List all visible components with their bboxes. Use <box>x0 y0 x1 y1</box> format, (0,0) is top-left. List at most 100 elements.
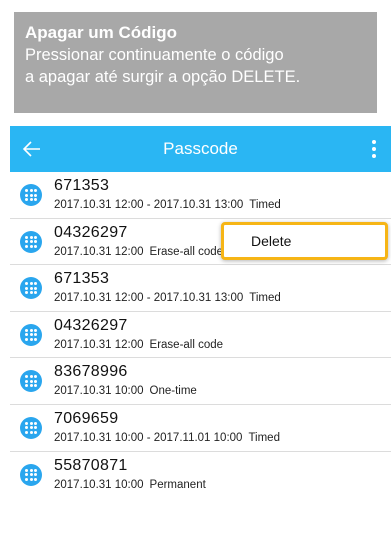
keypad-dot <box>25 333 28 337</box>
keypad-dot <box>34 375 37 379</box>
context-menu: Delete <box>221 222 388 260</box>
passcode-details: 2017.10.31 10:00 One-time <box>54 385 197 397</box>
keypad-dot <box>25 421 28 425</box>
keypad-icon <box>20 230 42 253</box>
keypad-dot <box>34 468 37 472</box>
keypad-icon <box>20 184 42 206</box>
keypad-dot <box>29 473 33 477</box>
keypad-dot <box>34 379 37 383</box>
delete-menu-item[interactable]: Delete <box>224 225 385 257</box>
keypad-dot <box>25 244 28 248</box>
keypad-dot <box>29 333 33 337</box>
passcode-value: 83678996 <box>54 363 128 381</box>
keypad-dot <box>34 286 37 290</box>
passcode-value: 671353 <box>54 177 110 194</box>
keypad-dot <box>34 193 37 197</box>
keypad-dot <box>34 189 37 192</box>
passcode-type: Erase-all code <box>149 245 224 258</box>
keypad-dot <box>25 426 28 430</box>
passcode-details: 2017.10.31 12:00 - 2017.10.31 13:00 Timed <box>54 292 281 304</box>
passcode-period: 2017.10.31 10:00 <box>54 385 144 398</box>
keypad-dot <box>29 282 33 286</box>
page-title: Passcode <box>163 139 238 158</box>
passcode-details: 2017.10.31 12:00 Erase-all code <box>54 339 223 351</box>
keypad-dot <box>29 291 33 295</box>
keypad-dot <box>29 430 33 434</box>
passcode-type: One-time <box>149 385 197 398</box>
passcode-period: 2017.10.31 10:00 <box>54 478 144 491</box>
passcode-type: Timed <box>249 199 281 211</box>
keypad-dot <box>25 198 28 201</box>
passcode-type: Permanent <box>149 478 206 491</box>
keypad-dot <box>25 286 28 290</box>
phone-screen: Passcode 671353 2017.10.31 12:00 - 2017.… <box>10 126 391 545</box>
keypad-dot <box>25 473 28 477</box>
keypad-dot <box>25 291 28 295</box>
keypad-dot <box>25 430 28 434</box>
keypad-icon <box>20 277 42 300</box>
keypad-dot <box>34 426 37 430</box>
keypad-dot <box>25 468 28 472</box>
passcode-type: Timed <box>249 292 281 305</box>
keypad-dot <box>25 337 28 341</box>
keypad-dot <box>29 240 33 244</box>
keypad-dot <box>25 379 28 383</box>
keypad-dot <box>34 421 37 425</box>
keypad-dot <box>25 328 28 332</box>
keypad-dot <box>34 384 37 388</box>
list-item[interactable]: 83678996 2017.10.31 10:00 One-time <box>10 358 391 405</box>
caption-title: Apagar um Código <box>25 23 178 42</box>
keypad-icon <box>20 416 42 439</box>
keypad-dot <box>25 235 28 239</box>
keypad-dot <box>34 240 37 244</box>
keypad-dot <box>34 328 37 332</box>
keypad-dot <box>29 477 33 481</box>
keypad-icon <box>20 463 42 486</box>
list-item[interactable]: 55870871 2017.10.31 10:00 Permanent <box>10 452 391 499</box>
list-item[interactable]: 671353 2017.10.31 12:00 - 2017.10.31 13:… <box>10 172 391 219</box>
keypad-dot <box>34 430 37 434</box>
keypad-dot <box>29 198 33 201</box>
keypad-dot <box>29 235 33 239</box>
keypad-dot <box>29 426 33 430</box>
passcode-value: 04326297 <box>54 223 128 241</box>
passcode-period: 2017.10.31 12:00 - 2017.10.31 13:00 <box>54 199 244 211</box>
list-item[interactable]: 04326297 2017.10.31 12:00 Erase-all code <box>10 312 391 359</box>
list-item[interactable]: 7069659 2017.10.31 10:00 - 2017.11.01 10… <box>10 405 391 452</box>
passcode-type: Timed <box>248 431 280 444</box>
keypad-dot <box>29 328 33 332</box>
keypad-dot <box>25 477 28 481</box>
keypad-dot <box>34 235 37 239</box>
keypad-dot <box>29 468 33 472</box>
list-item[interactable]: 671353 2017.10.31 12:00 - 2017.10.31 13:… <box>10 265 391 312</box>
app-bar: Passcode <box>10 126 391 172</box>
keypad-dot <box>29 421 33 425</box>
keypad-dot <box>34 198 37 201</box>
keypad-dot <box>34 477 37 481</box>
keypad-dot <box>25 193 28 197</box>
keypad-dot <box>29 286 33 290</box>
caption-line-1: Pressionar continuamente o código <box>25 46 284 64</box>
passcode-details: 2017.10.31 10:00 - 2017.11.01 10:00 Timed <box>54 432 280 444</box>
keypad-dot <box>34 244 37 248</box>
passcode-value: 55870871 <box>54 456 128 474</box>
keypad-dot <box>29 375 33 379</box>
keypad-dot <box>25 282 28 286</box>
keypad-dot <box>34 291 37 295</box>
passcode-value: 7069659 <box>54 409 119 427</box>
passcode-period: 2017.10.31 12:00 <box>54 338 144 351</box>
keypad-dot <box>34 333 37 337</box>
passcode-value: 671353 <box>54 270 110 288</box>
keypad-icon <box>20 370 42 393</box>
keypad-dot <box>29 193 33 197</box>
keypad-dot <box>34 282 37 286</box>
keypad-dot <box>29 384 33 388</box>
keypad-dot <box>29 189 33 192</box>
instruction-caption: Apagar um Código Pressionar continuament… <box>14 12 377 113</box>
keypad-dot <box>34 473 37 477</box>
passcode-type: Erase-all code <box>149 338 224 351</box>
more-vertical-icon[interactable] <box>367 137 381 161</box>
passcode-details: 2017.10.31 10:00 Permanent <box>54 479 206 491</box>
keypad-dot <box>25 384 28 388</box>
keypad-dot <box>29 337 33 341</box>
